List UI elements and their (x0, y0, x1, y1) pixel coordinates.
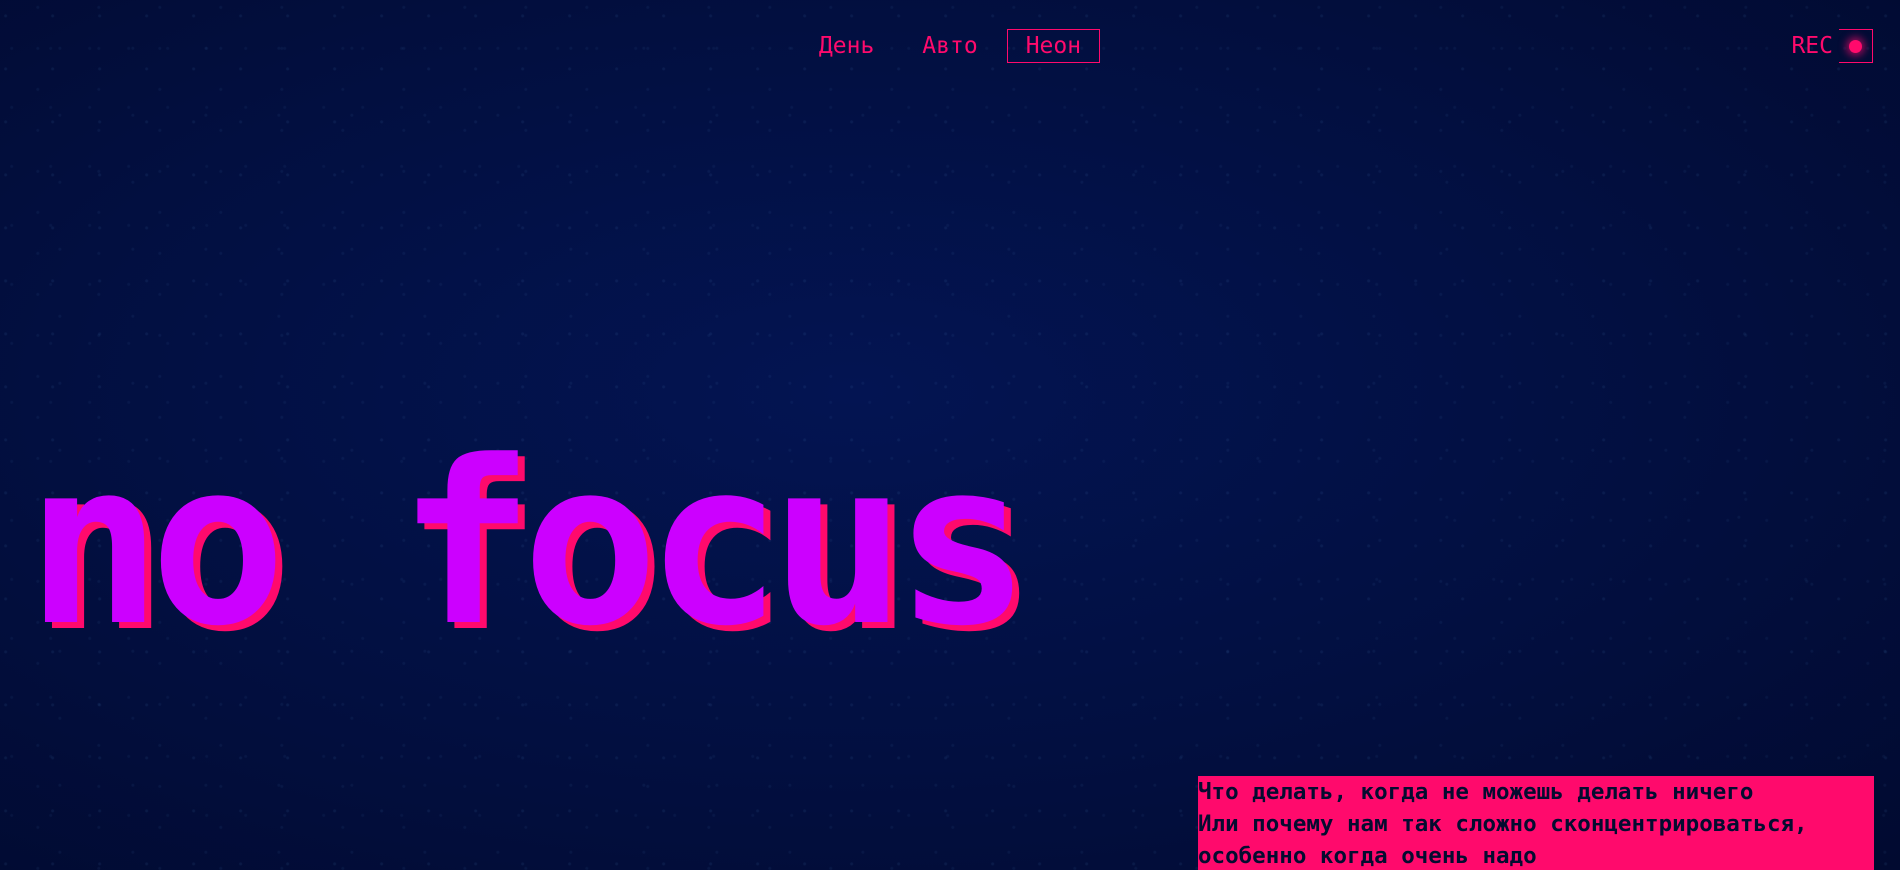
rec-label: REC (1791, 33, 1833, 59)
theme-auto-button[interactable]: Авто (903, 29, 996, 63)
record-dot-icon (1849, 40, 1862, 53)
subtitle-line: Что делать, когда не можешь делать ничег… (1198, 779, 1754, 805)
theme-switcher: День Авто Неон (0, 29, 1900, 63)
rec-frame (1839, 29, 1873, 63)
hero-title: no focus (26, 413, 1031, 676)
rec-indicator[interactable]: REC (1791, 29, 1873, 63)
theme-neon-button[interactable]: Неон (1006, 29, 1101, 63)
subtitle-block: Что делать, когда не можешь делать ничег… (1198, 776, 1874, 870)
subtitle-line: особенно когда очень надо (1198, 843, 1537, 869)
theme-day-button[interactable]: День (800, 29, 893, 63)
subtitle-line: Или почему нам так сложно сконцентрирова… (1198, 811, 1808, 837)
